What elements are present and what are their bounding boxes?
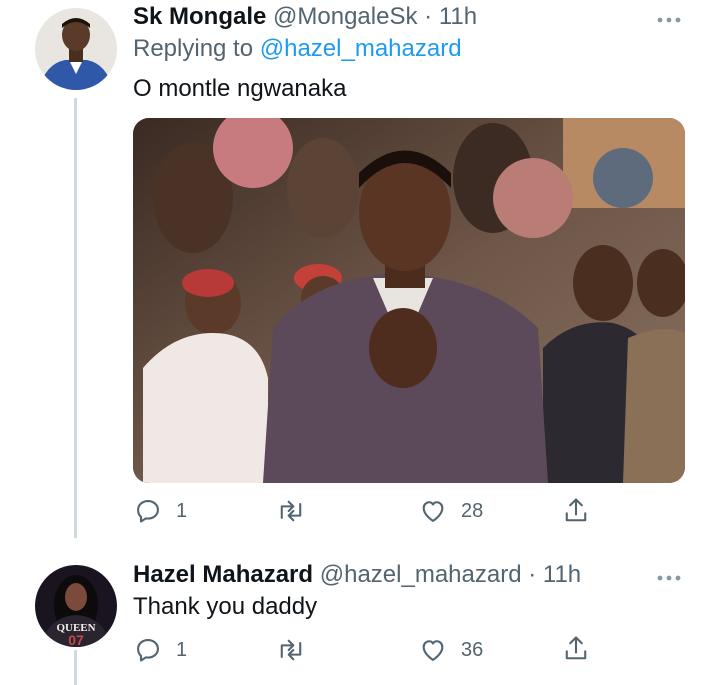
reply-count: 1 <box>176 638 188 661</box>
separator-dot: · <box>424 3 433 30</box>
tweet-text: Thank you daddy <box>133 593 318 620</box>
avatar-sk-mongale[interactable] <box>35 8 117 90</box>
retweet-action[interactable] <box>276 636 306 664</box>
replying-to-mention[interactable]: @hazel_mahazard <box>260 35 462 62</box>
like-icon <box>419 636 447 664</box>
reply-icon <box>134 636 162 664</box>
retweet-icon <box>276 636 306 664</box>
share-action[interactable] <box>562 634 590 664</box>
separator-dot: · <box>528 561 537 588</box>
more-horizontal-icon[interactable] <box>656 8 682 28</box>
reply-action[interactable]: 1 <box>134 636 187 664</box>
reply-count: 1 <box>176 499 188 522</box>
svg-text:07: 07 <box>68 632 84 647</box>
share-action[interactable] <box>562 496 590 526</box>
tweet-photo[interactable] <box>133 118 685 483</box>
avatar-hazel-mahazard[interactable]: QUEEN 07 <box>35 565 117 647</box>
author-handle[interactable]: @hazel_mahazard <box>320 561 522 588</box>
retweet-icon <box>276 497 306 525</box>
tweet-time[interactable]: 11h <box>439 3 477 30</box>
like-count: 36 <box>461 638 484 661</box>
tweet-text: O montle ngwanaka <box>133 75 347 102</box>
retweet-action[interactable] <box>276 497 306 525</box>
tweet-header: Sk Mongale @MongaleSk · 11h <box>133 2 477 32</box>
author-handle[interactable]: @MongaleSk <box>273 3 417 30</box>
tweet-time[interactable]: 11h <box>543 561 581 588</box>
author-name[interactable]: Sk Mongale <box>133 3 266 30</box>
like-icon <box>419 497 447 525</box>
reply-icon <box>134 497 162 525</box>
replying-to-label: Replying to <box>133 35 254 62</box>
tweet-header: Hazel Mahazard @hazel_mahazard · 11h <box>133 560 581 590</box>
like-action[interactable]: 36 <box>419 636 483 664</box>
thread-line-top <box>74 98 77 538</box>
like-action[interactable]: 28 <box>419 497 483 525</box>
like-count: 28 <box>461 499 484 522</box>
replying-to: Replying to @hazel_mahazard <box>133 34 462 64</box>
reply-action[interactable]: 1 <box>134 497 187 525</box>
share-icon <box>562 634 590 664</box>
more-horizontal-icon[interactable] <box>656 566 682 586</box>
author-name[interactable]: Hazel Mahazard <box>133 561 313 588</box>
thread-line-bottom <box>74 650 77 685</box>
share-icon <box>562 496 590 526</box>
